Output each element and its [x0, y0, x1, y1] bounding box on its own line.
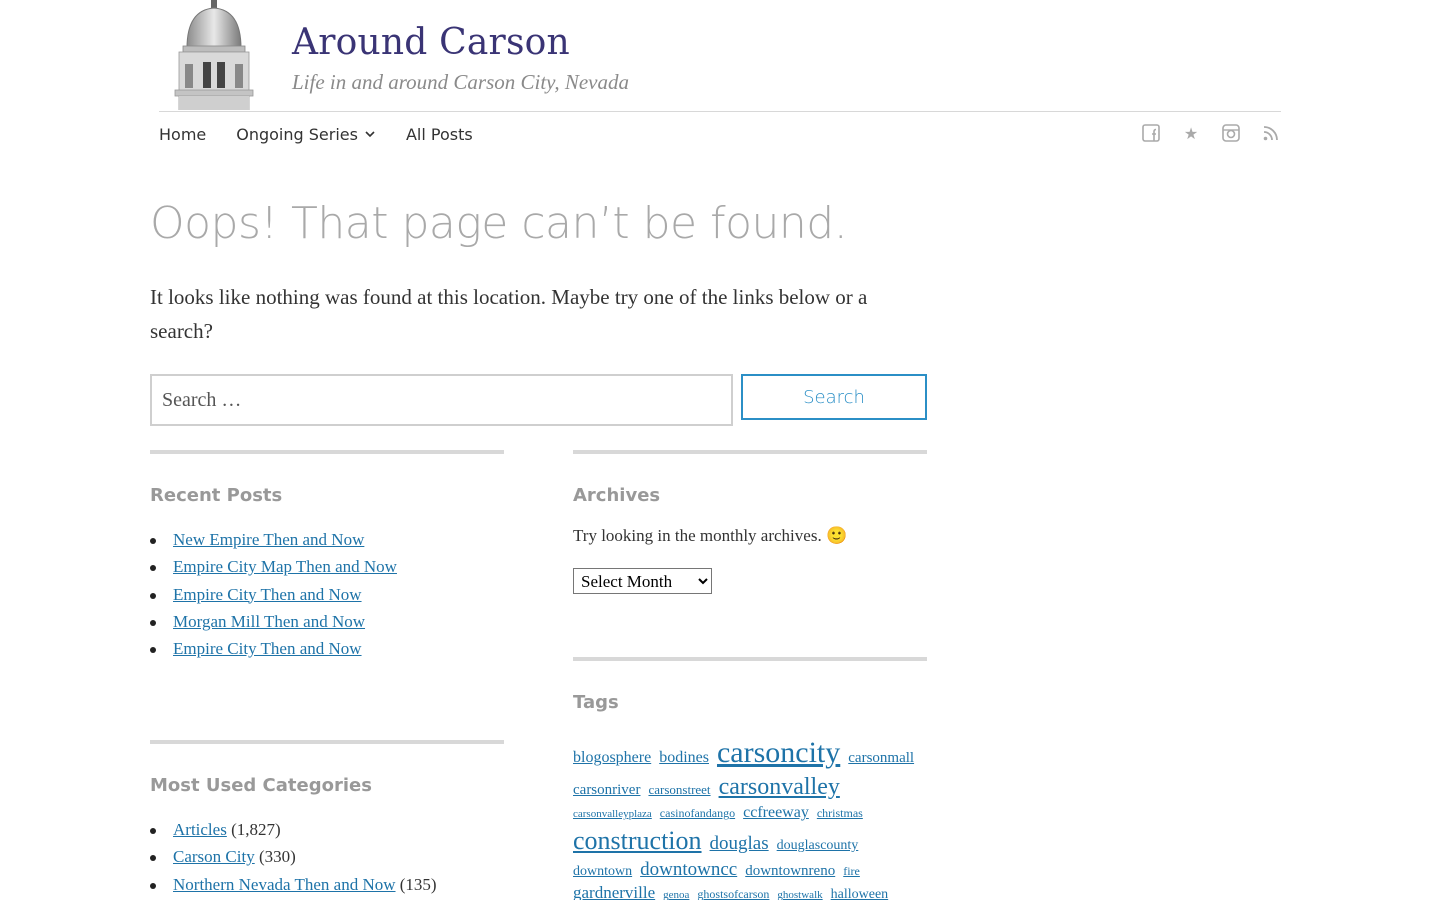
- list-item: New Empire Then and Now: [150, 526, 504, 553]
- tag-link[interactable]: carsonstreet: [648, 782, 710, 797]
- category-count: (1,827): [231, 820, 281, 839]
- tag-link[interactable]: bodines: [659, 749, 709, 766]
- chevron-down-icon: [365, 131, 375, 138]
- recent-post-link[interactable]: Morgan Mill Then and Now: [173, 612, 365, 631]
- tag-link[interactable]: fire: [843, 864, 860, 878]
- site-header: Around Carson Life in and around Carson …: [159, 0, 1281, 112]
- tag-link[interactable]: douglas: [710, 833, 769, 854]
- nav-ongoing-series[interactable]: Ongoing Series: [236, 125, 376, 144]
- tag-link[interactable]: casinofandango: [660, 806, 735, 820]
- tags-title: Tags: [573, 692, 619, 713]
- search-input[interactable]: [150, 374, 733, 426]
- nav-all-posts[interactable]: All Posts: [406, 125, 473, 144]
- archives-month-select[interactable]: Select Month: [573, 568, 712, 594]
- categories-list: Articles (1,827) Carson City (330) North…: [150, 816, 504, 898]
- tag-link[interactable]: genoa: [663, 889, 689, 900]
- categories-title: Most Used Categories: [150, 775, 372, 796]
- page-title: Oops! That page can’t be found.: [150, 198, 848, 249]
- tag-link[interactable]: downtownreno: [745, 863, 835, 879]
- site-title[interactable]: Around Carson: [292, 22, 570, 63]
- list-item: Morgan Mill Then and Now: [150, 608, 504, 635]
- nav-home[interactable]: Home: [159, 125, 206, 144]
- archives-title: Archives: [573, 485, 661, 506]
- tag-link[interactable]: christmas: [817, 806, 863, 820]
- rss-icon[interactable]: [1260, 122, 1282, 144]
- tag-link[interactable]: ghostwalk: [777, 889, 822, 900]
- tag-link[interactable]: halloween: [831, 887, 889, 900]
- recent-post-link[interactable]: Empire City Then and Now: [173, 639, 362, 658]
- recent-posts-widget: Recent Posts New Empire Then and Now Emp…: [150, 450, 504, 662]
- instagram-icon[interactable]: [1220, 122, 1242, 144]
- tag-link[interactable]: carsonvalleyplaza: [573, 808, 652, 820]
- archives-widget: Archives Try looking in the monthly arch…: [573, 450, 927, 594]
- social-links: ★: [1140, 122, 1300, 144]
- category-count: (330): [258, 847, 296, 867]
- category-count: (135): [399, 874, 437, 894]
- tag-link[interactable]: douglascounty: [777, 838, 859, 853]
- site-tagline: Life in and around Carson City, Nevada: [292, 70, 629, 94]
- list-item: Empire City Then and Now: [150, 581, 504, 608]
- tag-link[interactable]: carsonmall: [848, 750, 914, 766]
- nav-ongoing-series-label: Ongoing Series: [236, 124, 358, 144]
- not-found-message: It looks like nothing was found at this …: [150, 285, 868, 343]
- category-link[interactable]: Articles: [173, 820, 227, 839]
- recent-post-link[interactable]: Empire City Map Then and Now: [173, 557, 397, 576]
- tag-link[interactable]: blogosphere: [573, 749, 651, 766]
- list-item: Empire City Then and Now: [150, 635, 504, 662]
- recent-post-link[interactable]: New Empire Then and Now: [173, 530, 364, 549]
- tag-link[interactable]: construction: [573, 826, 702, 855]
- tag-link[interactable]: downtowncc: [640, 859, 737, 880]
- categories-widget: Most Used Categories Articles (1,827) Ca…: [150, 740, 504, 898]
- tag-link[interactable]: ghostsofcarson: [697, 887, 769, 900]
- tags-widget: Tags blogosphere bodines carsoncity cars…: [573, 657, 927, 900]
- tag-link[interactable]: carsonvalley: [719, 774, 840, 800]
- nav-home-label: Home: [159, 124, 207, 144]
- list-item: Articles (1,827): [150, 816, 504, 843]
- recent-posts-list: New Empire Then and Now Empire City Map …: [150, 526, 504, 662]
- facebook-icon[interactable]: [1140, 122, 1162, 144]
- main-nav: Home Ongoing Series All Posts: [159, 120, 503, 148]
- tag-cloud: blogosphere bodines carsoncity carsonmal…: [573, 733, 929, 900]
- category-link[interactable]: Carson City: [173, 847, 255, 866]
- recent-posts-title: Recent Posts: [150, 485, 283, 506]
- archives-text: Try looking in the monthly archives. 🙂: [573, 526, 848, 545]
- tag-link[interactable]: carsonriver: [573, 782, 640, 798]
- search-button[interactable]: Search: [741, 374, 927, 420]
- nav-all-posts-label: All Posts: [405, 124, 473, 144]
- tag-link[interactable]: gardnerville: [573, 883, 655, 900]
- star-icon[interactable]: ★: [1180, 122, 1202, 144]
- tag-link[interactable]: ccfreeway: [743, 804, 809, 821]
- list-item: Carson City (330): [150, 843, 504, 870]
- list-item: Northern Nevada Then and Now (135): [150, 871, 504, 898]
- category-link[interactable]: Northern Nevada Then and Now: [173, 875, 396, 894]
- list-item: Empire City Map Then and Now: [150, 553, 504, 580]
- dome-logo[interactable]: [167, 0, 263, 110]
- tag-link[interactable]: carsoncity: [717, 736, 840, 769]
- tag-link[interactable]: downtown: [573, 864, 632, 879]
- recent-post-link[interactable]: Empire City Then and Now: [173, 585, 362, 604]
